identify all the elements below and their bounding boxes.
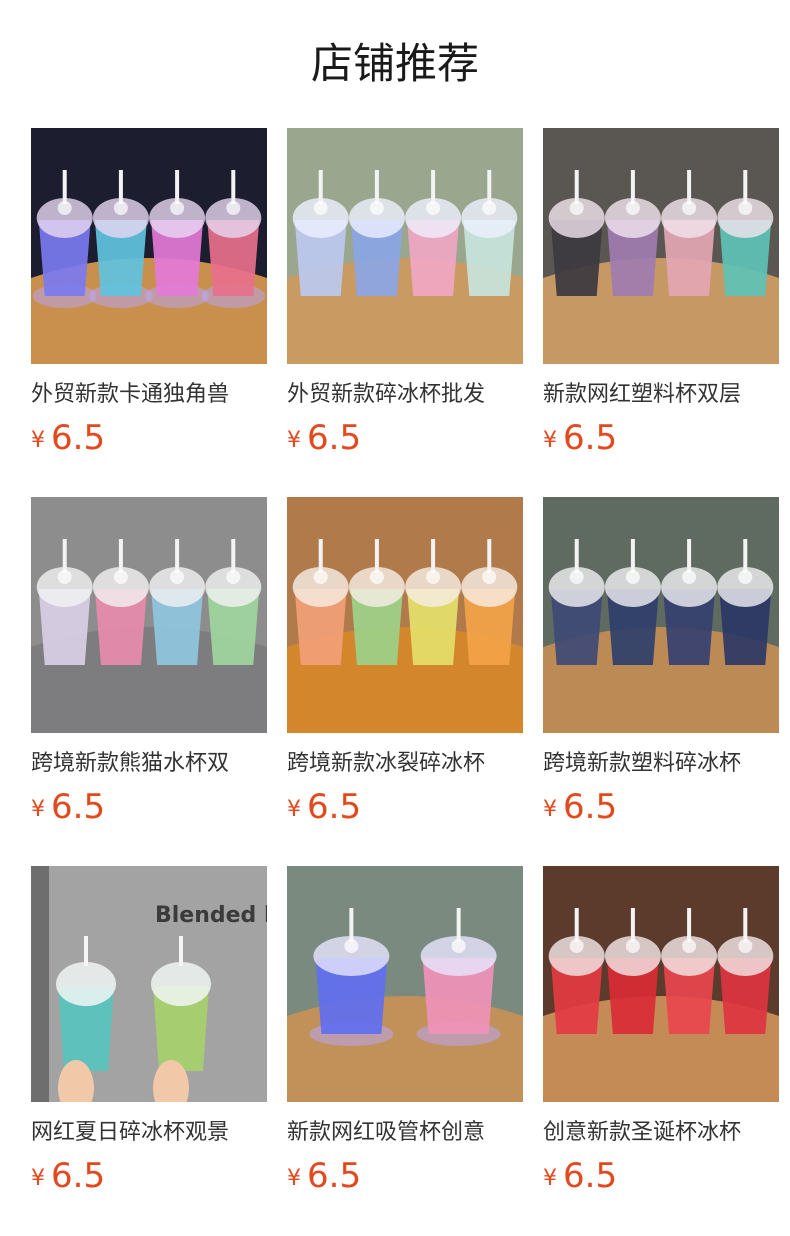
price-value: 6.5	[51, 418, 106, 458]
product-price: ¥6.5	[287, 787, 361, 827]
product-price: ¥6.5	[543, 1156, 617, 1196]
product-name[interactable]: 新款网红吸管杯创意	[287, 1118, 523, 1148]
product-photo	[543, 866, 779, 1102]
product-card[interactable]: 新款网红塑料杯双层 ¥6.5	[543, 128, 779, 458]
currency-symbol: ¥	[31, 797, 45, 822]
currency-symbol: ¥	[287, 428, 301, 453]
product-price: ¥6.5	[31, 787, 105, 827]
product-price: ¥6.5	[31, 418, 105, 458]
currency-symbol: ¥	[543, 1166, 557, 1191]
wall-sign-text: Blended by	[155, 903, 267, 928]
price-value: 6.5	[563, 1156, 618, 1196]
price-value: 6.5	[307, 1156, 362, 1196]
product-photo	[287, 866, 523, 1102]
product-image[interactable]	[287, 128, 523, 364]
product-name[interactable]: 网红夏日碎冰杯观景	[31, 1118, 267, 1148]
product-photo: Blended by	[31, 866, 267, 1102]
product-card[interactable]: 创意新款圣诞杯冰杯 ¥6.5	[543, 866, 779, 1196]
product-photo	[543, 497, 779, 733]
product-name[interactable]: 外贸新款碎冰杯批发	[287, 380, 523, 410]
product-name[interactable]: 新款网红塑料杯双层	[543, 380, 779, 410]
product-price: ¥6.5	[287, 1156, 361, 1196]
product-image[interactable]	[543, 128, 779, 364]
product-photo	[31, 128, 267, 364]
product-image[interactable]	[543, 866, 779, 1102]
product-photo	[31, 497, 267, 733]
product-grid: 外贸新款卡通独角兽 ¥6.5 外贸新款碎冰杯批发 ¥6.5 新款网红塑料杯双层 …	[31, 128, 779, 1196]
price-value: 6.5	[307, 787, 362, 827]
product-photo	[287, 497, 523, 733]
product-image[interactable]	[31, 128, 267, 364]
product-image[interactable]	[31, 497, 267, 733]
price-value: 6.5	[51, 1156, 106, 1196]
currency-symbol: ¥	[31, 1166, 45, 1191]
shop-recommend-page: 店铺推荐 外贸新款卡通独角兽 ¥6.5 外贸新款碎冰杯批发 ¥6.5 新款网红塑…	[0, 0, 790, 1236]
product-card[interactable]: 跨境新款塑料碎冰杯 ¥6.5	[543, 497, 779, 827]
section-title: 店铺推荐	[310, 39, 479, 88]
product-card[interactable]: 跨境新款熊猫水杯双 ¥6.5	[31, 497, 267, 827]
price-value: 6.5	[563, 787, 618, 827]
price-value: 6.5	[51, 787, 106, 827]
product-card[interactable]: 外贸新款卡通独角兽 ¥6.5	[31, 128, 267, 458]
product-photo	[287, 128, 523, 364]
product-image[interactable]	[287, 497, 523, 733]
product-image[interactable]: Blended by	[31, 866, 267, 1102]
product-photo	[543, 128, 779, 364]
currency-symbol: ¥	[543, 797, 557, 822]
product-image[interactable]	[287, 866, 523, 1102]
product-name[interactable]: 外贸新款卡通独角兽	[31, 380, 267, 410]
product-name[interactable]: 跨境新款冰裂碎冰杯	[287, 749, 523, 779]
currency-symbol: ¥	[31, 428, 45, 453]
product-name[interactable]: 创意新款圣诞杯冰杯	[543, 1118, 779, 1148]
product-price: ¥6.5	[543, 787, 617, 827]
product-card[interactable]: 新款网红吸管杯创意 ¥6.5	[287, 866, 523, 1196]
currency-symbol: ¥	[543, 428, 557, 453]
price-value: 6.5	[563, 418, 618, 458]
product-image[interactable]	[543, 497, 779, 733]
product-card[interactable]: 外贸新款碎冰杯批发 ¥6.5	[287, 128, 523, 458]
product-name[interactable]: 跨境新款熊猫水杯双	[31, 749, 267, 779]
product-card[interactable]: 跨境新款冰裂碎冰杯 ¥6.5	[287, 497, 523, 827]
product-price: ¥6.5	[543, 418, 617, 458]
product-card[interactable]: Blended by 网红夏日碎冰杯观景 ¥6.5	[31, 866, 267, 1196]
price-value: 6.5	[307, 418, 362, 458]
product-price: ¥6.5	[31, 1156, 105, 1196]
currency-symbol: ¥	[287, 797, 301, 822]
currency-symbol: ¥	[287, 1166, 301, 1191]
product-price: ¥6.5	[287, 418, 361, 458]
product-name[interactable]: 跨境新款塑料碎冰杯	[543, 749, 779, 779]
